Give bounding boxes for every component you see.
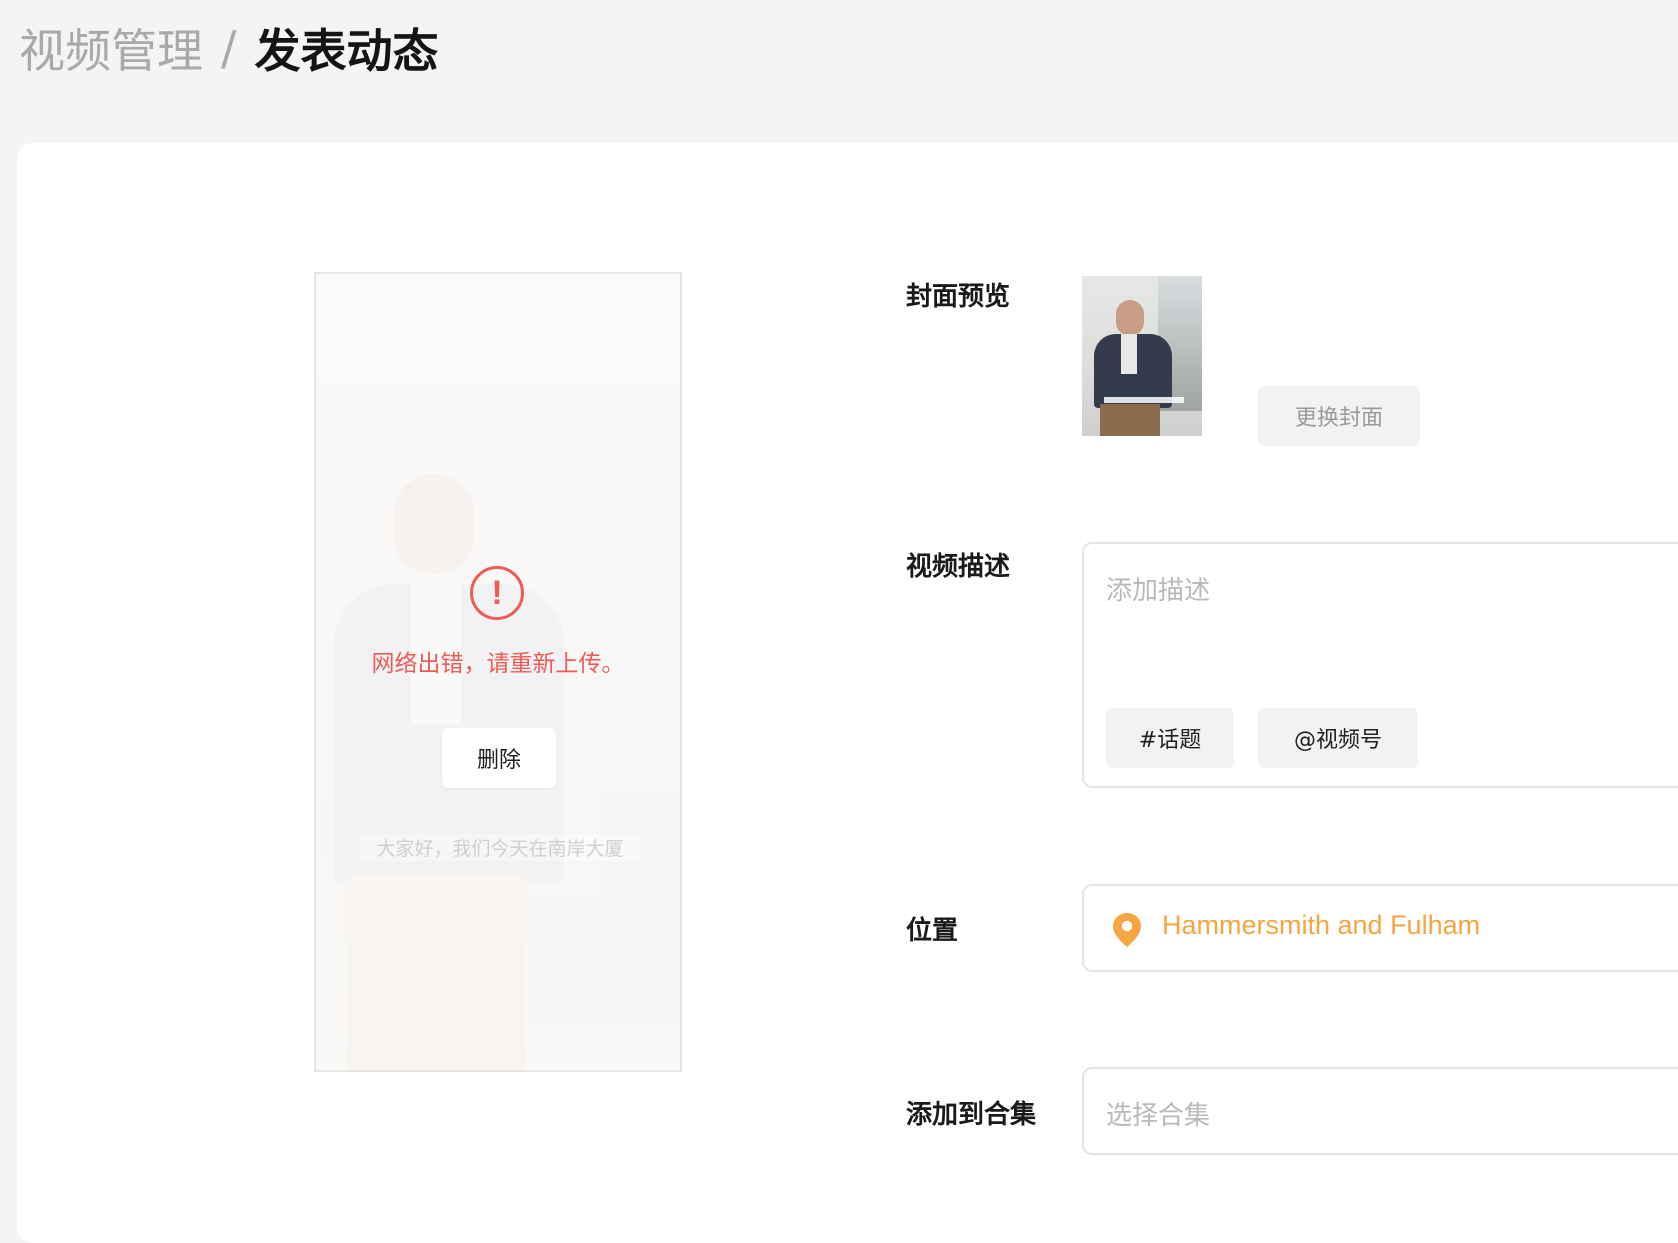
video-preview: ! 网络出错，请重新上传。 删除 大家好，我们今天在南岸大厦 <box>314 272 682 1072</box>
upload-error-message: 网络出错，请重新上传。 <box>371 651 625 677</box>
description-label: 视频描述 <box>906 552 1011 582</box>
add-topic-button[interactable]: #话题 <box>1106 708 1234 768</box>
collection-select[interactable]: 选择合集 <box>1082 1067 1678 1155</box>
page-title: 发表动态 <box>254 24 439 78</box>
exclamation-circle-icon: ! <box>470 566 524 620</box>
video-subtitle: 大家好，我们今天在南岸大厦 <box>360 834 640 861</box>
location-label: 位置 <box>906 916 959 946</box>
breadcrumb-separator: / <box>221 21 237 75</box>
collection-placeholder: 选择合集 <box>1106 1101 1211 1131</box>
location-field[interactable]: Hammersmith and Fulham <box>1082 884 1678 972</box>
cover-label: 封面预览 <box>906 282 1011 312</box>
collection-label: 添加到合集 <box>906 1100 1037 1130</box>
description-placeholder: 添加描述 <box>1106 576 1211 606</box>
breadcrumb: 视频管理 / 发表动态 <box>19 16 439 80</box>
breadcrumb-parent-link[interactable]: 视频管理 <box>19 15 203 81</box>
delete-video-button[interactable]: 删除 <box>442 728 556 788</box>
cover-thumbnail[interactable] <box>1082 276 1202 436</box>
mention-channel-button[interactable]: @视频号 <box>1258 708 1418 768</box>
description-input[interactable]: 添加描述 #话题 @视频号 <box>1082 542 1678 788</box>
location-pin-icon <box>1113 913 1141 947</box>
change-cover-button[interactable]: 更换封面 <box>1258 386 1420 446</box>
location-value: Hammersmith and Fulham <box>1162 910 1481 940</box>
